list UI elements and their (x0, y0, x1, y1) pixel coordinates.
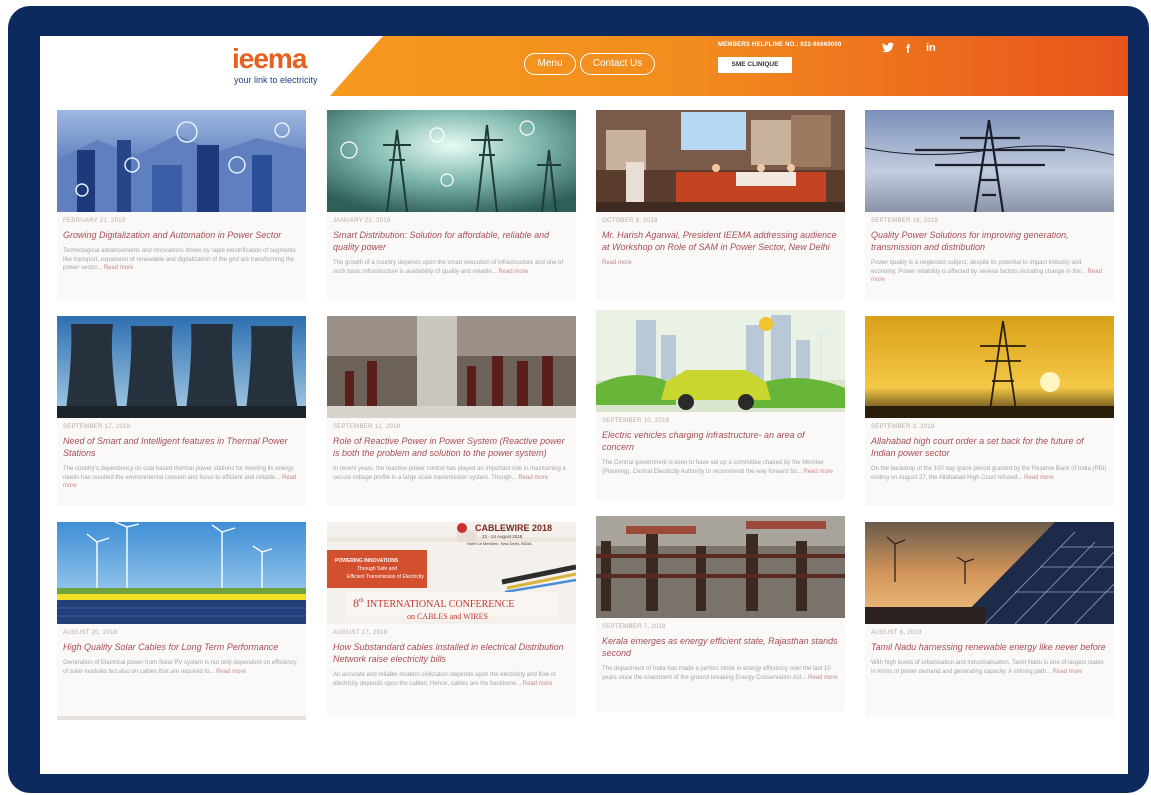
article-card[interactable]: SEPTEMBER 12, 2018 Role of Reactive Powe… (327, 316, 576, 506)
read-more-link[interactable]: Read more (1053, 669, 1083, 675)
article-thumbnail[interactable] (327, 316, 576, 418)
article-date: SEPTEMBER 3, 2018 (871, 424, 935, 430)
read-more-link[interactable]: Read more (104, 265, 134, 271)
read-more-link[interactable]: Read more (602, 260, 632, 266)
next-row-peek (57, 716, 306, 720)
poster-brand: CABLEWIRE 2018 (475, 523, 553, 533)
article-date: SEPTEMBER 18, 2018 (871, 218, 939, 224)
logo-tagline: your link to electricity (234, 75, 318, 85)
read-more-link[interactable]: Read more (803, 469, 833, 475)
article-title[interactable]: Smart Distribution: Solution for afforda… (333, 229, 570, 253)
article-excerpt: Generation of Electrical power from Sola… (63, 660, 297, 675)
article-date: SEPTEMBER 10, 2018 (602, 418, 670, 424)
article-thumbnail[interactable] (57, 522, 306, 624)
article-excerpt: Power quality is a neglected subject, de… (871, 260, 1102, 283)
article-thumbnail[interactable] (596, 516, 845, 618)
article-excerpt: Read more (602, 259, 839, 268)
article-excerpt: The country's dependency on coal based t… (63, 466, 297, 489)
article-excerpt: The department of India has made a perfe… (602, 666, 838, 681)
poster-conference: 8th INTERNATIONAL CONFERENCE (353, 596, 515, 610)
article-title[interactable]: Allahabad high court order a set back fo… (871, 435, 1108, 459)
article-title[interactable]: Mr. Harish Agarwal, President IEEMA addr… (602, 229, 839, 253)
poster-tagline-3: Efficient Transmission of Electricity (347, 574, 424, 580)
poster-dates: 23 - 24 August 2018 (482, 534, 523, 539)
article-excerpt: The Central government is keen to have s… (602, 460, 834, 475)
read-more-link[interactable]: Read more (518, 475, 548, 481)
article-thumbnail[interactable] (57, 110, 306, 212)
read-more-link[interactable]: Read more (808, 675, 838, 681)
article-excerpt: On the backdrop of the 100 day grace per… (871, 466, 1107, 481)
article-title[interactable]: Need of Smart and Intelligent features i… (63, 435, 300, 459)
article-date: SEPTEMBER 12, 2018 (333, 424, 401, 430)
article-thumbnail[interactable] (327, 110, 576, 212)
article-date: AUGUST 17, 2018 (333, 630, 388, 636)
article-card[interactable]: SEPTEMBER 10, 2018 Electric vehicles cha… (596, 310, 845, 500)
article-title[interactable]: Tamil Nadu harnessing renewable energy l… (871, 641, 1108, 653)
article-date: SEPTEMBER 17, 2018 (63, 424, 131, 430)
twitter-icon[interactable] (882, 42, 894, 56)
article-card[interactable]: SEPTEMBER 18, 2018 Quality Power Solutio… (865, 110, 1114, 300)
article-thumbnail[interactable] (865, 110, 1114, 212)
article-thumbnail[interactable] (596, 310, 845, 412)
article-date: OCTOBER 9, 2018 (602, 218, 658, 224)
linkedin-icon[interactable]: in (926, 42, 936, 54)
article-excerpt: Technological advancements and innovatio… (63, 248, 296, 271)
article-excerpt: An accurate and reliable modern civiliza… (333, 672, 556, 687)
article-title[interactable]: High Quality Solar Cables for Long Term … (63, 641, 300, 653)
article-thumbnail[interactable] (57, 316, 306, 418)
article-card[interactable]: OCTOBER 9, 2018 Mr. Harish Agarwal, Pres… (596, 110, 845, 300)
article-title[interactable]: Quality Power Solutions for improving ge… (871, 229, 1108, 253)
menu-button[interactable]: Menu (524, 53, 576, 75)
article-title[interactable]: Role of Reactive Power in Power System (… (333, 435, 570, 459)
article-card[interactable]: SEPTEMBER 17, 2018 Need of Smart and Int… (57, 316, 306, 506)
article-title[interactable]: How Substandard cables installed in elec… (333, 641, 570, 665)
article-title[interactable]: Growing Digitalization and Automation in… (63, 229, 300, 241)
article-thumbnail[interactable] (865, 522, 1114, 624)
article-date: SEPTEMBER 7, 2018 (602, 624, 666, 630)
article-card[interactable]: JANUARY 22, 2019 Smart Distribution: Sol… (327, 110, 576, 300)
article-date: AUGUST 6, 2018 (871, 630, 922, 636)
article-thumbnail[interactable] (596, 110, 845, 212)
members-helpline: MEMBERS HELPLINE NO.: 022-66660000 (718, 42, 842, 48)
article-title[interactable]: Electric vehicles charging infrastructur… (602, 429, 839, 453)
ieema-logo[interactable]: ieema your link to electricity (232, 44, 352, 90)
article-card[interactable]: AUGUST 20, 2018 High Quality Solar Cable… (57, 522, 306, 717)
read-more-link[interactable]: Read more (523, 681, 553, 687)
logo-wordmark: ieema (232, 43, 307, 74)
article-excerpt: The growth of a country depends upon the… (333, 260, 564, 275)
poster-conference-sub: on CABLES and WIRES (407, 612, 488, 621)
article-date: AUGUST 20, 2018 (63, 630, 118, 636)
browser-viewport: ieema your link to electricity Menu Cont… (40, 36, 1128, 774)
article-title[interactable]: Kerala emerges as energy efficient state… (602, 635, 839, 659)
article-card[interactable]: AUGUST 6, 2018 Tamil Nadu harnessing ren… (865, 522, 1114, 717)
article-card[interactable]: CABLEWIRE 2018 23 - 24 August 2018 Hotel… (327, 522, 576, 717)
poster-tagline-2: Through Safe and (357, 566, 398, 572)
poster-venue: Hotel Le Meridien, New Delhi, INDIA (467, 541, 532, 546)
article-card[interactable]: FEBRUARY 21, 2019 Growing Digitalization… (57, 110, 306, 300)
contact-us-button[interactable]: Contact Us (580, 53, 655, 75)
read-more-link[interactable]: Read more (498, 269, 528, 275)
article-card[interactable]: SEPTEMBER 7, 2018 Kerala emerges as ener… (596, 516, 845, 711)
sme-clinique-button[interactable]: SME CLINIQUE (718, 57, 792, 73)
facebook-icon[interactable]: f (906, 42, 910, 56)
article-card[interactable]: SEPTEMBER 3, 2018 Allahabad high court o… (865, 316, 1114, 506)
article-excerpt: With high levels of urbanisation and ind… (871, 660, 1104, 675)
read-more-link[interactable]: Read more (216, 669, 246, 675)
article-thumbnail[interactable] (865, 316, 1114, 418)
article-date: FEBRUARY 21, 2019 (63, 218, 126, 224)
poster-tagline-1: POWERING INNOVATIONS (335, 558, 399, 564)
article-date: JANUARY 22, 2019 (333, 218, 391, 224)
site-header: ieema your link to electricity Menu Cont… (40, 36, 1128, 96)
article-excerpt: In recent years, the reactive power cont… (333, 466, 566, 481)
read-more-link[interactable]: Read more (1024, 475, 1054, 481)
article-thumbnail[interactable]: CABLEWIRE 2018 23 - 24 August 2018 Hotel… (327, 522, 576, 624)
